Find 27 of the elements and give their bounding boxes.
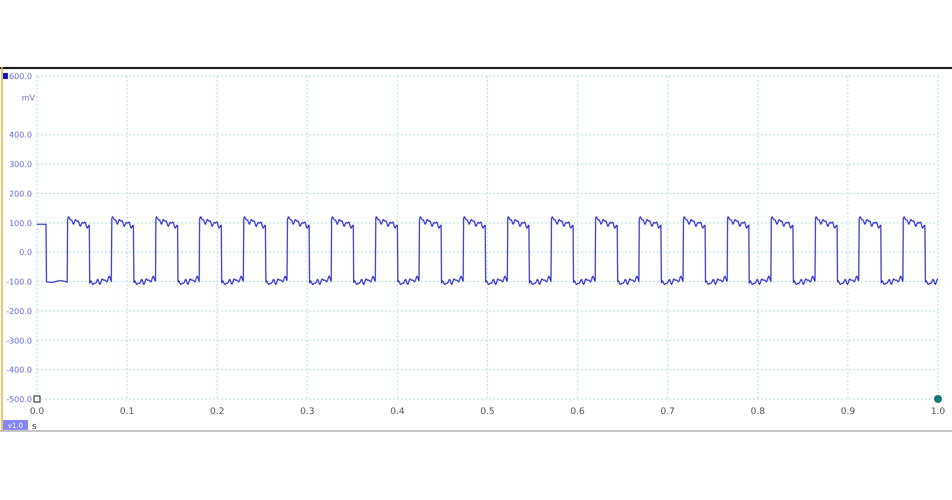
y-tick-label: 400.0 <box>9 130 32 140</box>
x-tick-label: 0.0 <box>30 407 44 417</box>
y-tick-label: 300.0 <box>9 160 32 170</box>
x-tick-label: 0.1 <box>120 407 134 417</box>
x-tick-label: 0.5 <box>480 407 495 417</box>
x-tick-label: 0.2 <box>210 407 224 417</box>
y-tick-label: 0.0 <box>19 248 32 258</box>
x-tick-label: 0.8 <box>750 407 765 417</box>
y-tick-label: 200.0 <box>9 189 32 198</box>
x-tick-label: 1.0 <box>930 407 946 417</box>
x-tick-label: 0.6 <box>570 407 585 417</box>
x-tick-label: 0.9 <box>840 407 856 417</box>
y-tick-label: 100.0 <box>9 218 32 228</box>
unit-label: s <box>32 422 37 432</box>
unit-label: mV <box>22 93 35 102</box>
channel-marker-icon[interactable] <box>3 73 8 79</box>
y-tick-label: 600.0 <box>9 72 32 81</box>
y-tick-label: -100.0 <box>6 278 32 287</box>
y-tick-label: -400.0 <box>6 366 32 375</box>
cursor-handle[interactable] <box>934 395 942 403</box>
x-tick-label: 0.4 <box>390 407 405 417</box>
y-tick-label: -300.0 <box>6 336 32 346</box>
y-tick-label: -500.0 <box>6 395 32 404</box>
x-tick-label: 0.3 <box>300 407 314 417</box>
y-tick-label: -200.0 <box>6 306 32 316</box>
square-marker-icon[interactable] <box>34 396 40 402</box>
x-tick-label: 0.7 <box>660 407 675 417</box>
